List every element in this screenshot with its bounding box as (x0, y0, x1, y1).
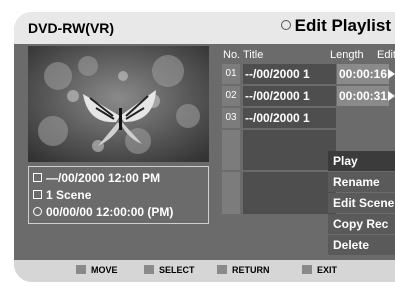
table-row[interactable]: 02 --/00/2000 1 00:00:31 (222, 86, 395, 106)
footer-select: SELECT (144, 265, 195, 275)
col-header-length: Length (330, 49, 364, 61)
table-row[interactable]: 03 --/00/2000 1 (222, 108, 395, 128)
screen-title: Edit Playlist (280, 16, 391, 36)
footer-return-label: RETURN (232, 265, 270, 275)
scene-icon (33, 190, 42, 200)
recording-info: —/00/2000 12:00 PM 1 Scene 00/00/00 12:0… (28, 166, 209, 224)
info-duration: 00/00/00 12:00:00 (PM) (46, 205, 174, 219)
row-title: --/00/2000 1 (243, 64, 336, 84)
info-date: —/00/2000 12:00 PM (46, 171, 161, 185)
empty-row-cell (222, 172, 240, 214)
info-scene-row: 1 Scene (33, 187, 204, 204)
header-bar: DVD-RW(VR) Edit Playlist (14, 12, 395, 44)
col-header-no: No. (223, 49, 241, 61)
footer-select-label: SELECT (159, 265, 195, 275)
move-icon (76, 265, 86, 275)
info-date-row: —/00/2000 12:00 PM (33, 170, 204, 187)
row-no: 03 (222, 108, 240, 128)
screen-title-text: Edit Playlist (294, 16, 391, 35)
info-scenes: 1 Scene (46, 188, 92, 202)
row-length: 00:00:16 (337, 64, 389, 84)
menu-item-edit-scene[interactable]: Edit Scene (328, 193, 395, 213)
video-thumbnail (28, 46, 209, 162)
col-header-title: Title (243, 49, 264, 61)
exit-icon (302, 265, 312, 275)
circle-icon (280, 19, 291, 30)
play-arrow-icon[interactable] (388, 64, 395, 84)
footer-bar: MOVE SELECT RETURN EXIT (14, 260, 395, 282)
footer-exit-label: EXIT (317, 265, 338, 275)
row-no: 02 (222, 86, 240, 106)
calendar-icon (33, 173, 42, 183)
menu-item-play[interactable]: Play (328, 151, 395, 171)
empty-row-cell (222, 130, 240, 170)
clock-icon (33, 207, 42, 217)
info-duration-row: 00/00/00 12:00:00 (PM) (33, 204, 204, 221)
return-icon (217, 265, 227, 275)
butterfly-image (28, 46, 209, 162)
table-row[interactable]: 01 --/00/2000 1 00:00:16 (222, 64, 395, 84)
menu-item-delete[interactable]: Delete (328, 235, 395, 255)
device-label: DVD-RW(VR) (28, 20, 115, 36)
menu-item-rename[interactable]: Rename (328, 172, 395, 192)
footer-exit: EXIT (302, 265, 337, 275)
row-no: 01 (222, 64, 240, 84)
select-icon (144, 265, 154, 275)
menu-item-copy-rec[interactable]: Copy Rec (328, 214, 395, 234)
footer-return: RETURN (217, 265, 270, 275)
empty-row-cell (243, 130, 336, 170)
row-title: --/00/2000 1 (243, 86, 336, 106)
footer-move: MOVE (76, 265, 118, 275)
edit-menu: Play Rename Edit Scene Copy Rec Delete (328, 151, 395, 256)
row-title: --/00/2000 1 (243, 108, 336, 128)
play-arrow-icon[interactable] (388, 86, 395, 106)
empty-row-cell (243, 172, 336, 214)
col-header-edit: Edit (377, 49, 395, 61)
footer-move-label: MOVE (91, 265, 118, 275)
osd-frame: DVD-RW(VR) Edit Playlist —/00/2000 12:00… (14, 12, 395, 282)
row-length: 00:00:31 (337, 86, 389, 106)
